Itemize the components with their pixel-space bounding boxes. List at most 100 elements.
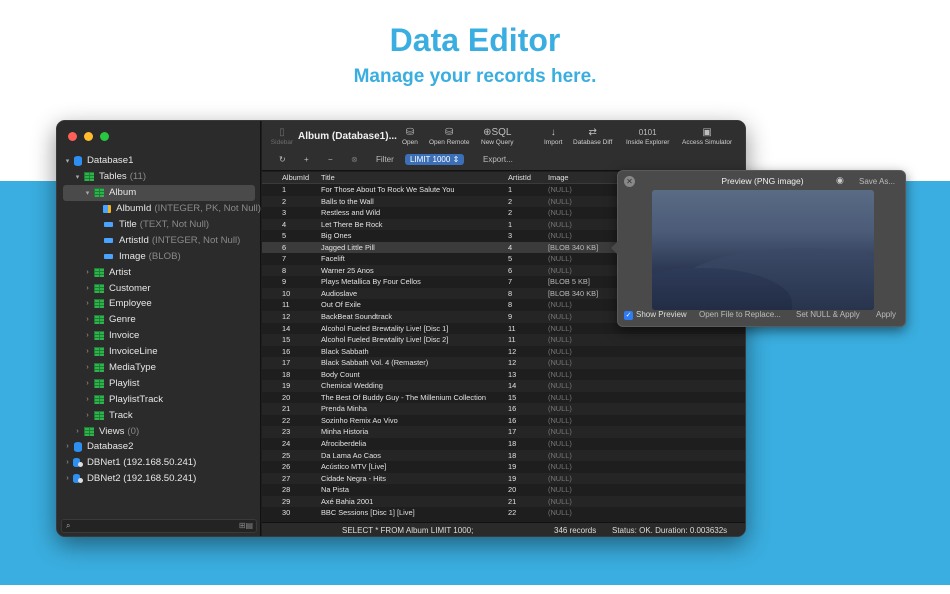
table-cell[interactable]: 8 [282, 266, 286, 275]
table-cell[interactable]: 3 [282, 208, 286, 217]
table-cell[interactable]: (NULL) [548, 416, 572, 425]
table-cell[interactable]: 5 [508, 254, 512, 263]
table-cell[interactable]: 24 [282, 439, 290, 448]
table-cell[interactable]: 12 [282, 312, 290, 321]
table-cell[interactable]: 7 [282, 254, 286, 263]
tree-item[interactable]: › Customer [57, 280, 261, 296]
table-cell[interactable]: (NULL) [548, 254, 572, 263]
eye-icon[interactable]: ◉ [836, 175, 844, 186]
tree-item[interactable]: ▾ Tables (11) [57, 169, 261, 185]
table-cell[interactable]: Let There Be Rock [321, 220, 383, 229]
table-cell[interactable]: 23 [282, 427, 290, 436]
table-cell[interactable]: 22 [282, 416, 290, 425]
table-cell[interactable]: Cidade Negra - Hits [321, 474, 386, 483]
table-cell[interactable]: 30 [282, 508, 290, 517]
apply-button[interactable]: Apply [876, 310, 896, 319]
table-cell[interactable]: 18 [508, 451, 516, 460]
chevron-right-icon[interactable]: › [83, 364, 92, 371]
table-cell[interactable]: 17 [508, 427, 516, 436]
chevron-right-icon[interactable]: › [83, 380, 92, 387]
table-row[interactable]: 22 Sozinho Remix Ao Vivo 16 (NULL) [262, 415, 745, 427]
chevron-right-icon[interactable]: › [63, 475, 72, 482]
table-cell[interactable]: 19 [508, 462, 516, 471]
table-cell[interactable]: 12 [508, 347, 516, 356]
tree-item[interactable]: ArtistId (INTEGER, Not Null) [57, 232, 261, 248]
chevron-down-icon[interactable]: ▾ [73, 173, 82, 181]
table-cell[interactable]: BackBeat Soundtrack [321, 312, 392, 321]
table-cell[interactable]: Afrociberdelia [321, 439, 366, 448]
table-cell[interactable]: 4 [508, 243, 512, 252]
table-cell[interactable]: (NULL) [548, 474, 572, 483]
table-cell[interactable]: 14 [508, 381, 516, 390]
table-cell[interactable]: (NULL) [548, 231, 572, 240]
import-button[interactable]: ↓ Import [544, 127, 562, 146]
table-cell[interactable]: BBC Sessions [Disc 1] [Live] [321, 508, 415, 517]
table-row[interactable]: 21 Prenda Minha 16 (NULL) [262, 403, 745, 415]
tree-item[interactable]: › Invoice [57, 328, 261, 344]
table-cell[interactable]: Jagged Little Pill [321, 243, 375, 252]
table-cell[interactable]: [BLOB 340 KB] [548, 243, 598, 252]
table-cell[interactable]: (NULL) [548, 312, 572, 321]
chevron-right-icon[interactable]: › [83, 285, 92, 292]
table-cell[interactable]: 2 [282, 197, 286, 206]
table-cell[interactable]: Out Of Exile [321, 300, 361, 309]
table-row[interactable]: 28 Na Pista 20 (NULL) [262, 484, 745, 496]
export-button[interactable]: Export... [483, 155, 513, 164]
table-cell[interactable]: 10 [282, 289, 290, 298]
table-row[interactable]: 20 The Best Of Buddy Guy - The Millenium … [262, 392, 745, 404]
table-cell[interactable]: Na Pista [321, 485, 349, 494]
table-cell[interactable]: Audioslave [321, 289, 357, 298]
table-cell[interactable]: (NULL) [548, 208, 572, 217]
table-row[interactable]: 26 Acústico MTV [Live] 19 (NULL) [262, 461, 745, 473]
table-cell[interactable]: 2 [508, 208, 512, 217]
table-cell[interactable]: 26 [282, 462, 290, 471]
chevron-right-icon[interactable]: › [83, 396, 92, 403]
chevron-right-icon[interactable]: › [83, 269, 92, 276]
inside-explorer-button[interactable]: 0101 Inside Explorer [626, 127, 669, 146]
table-cell[interactable]: 21 [508, 497, 516, 506]
table-cell[interactable]: (NULL) [548, 266, 572, 275]
table-cell[interactable]: 29 [282, 497, 290, 506]
chevron-right-icon[interactable]: › [83, 332, 92, 339]
table-cell[interactable]: [BLOB 340 KB] [548, 289, 598, 298]
tree-item[interactable]: › InvoiceLine [57, 344, 261, 360]
sidebar-search-field[interactable]: ⌕ ⊞▤ [61, 519, 257, 533]
table-cell[interactable]: (NULL) [548, 427, 572, 436]
table-cell[interactable]: (NULL) [548, 439, 572, 448]
table-cell[interactable]: 16 [508, 404, 516, 413]
table-cell[interactable]: Balls to the Wall [321, 197, 374, 206]
table-cell[interactable]: (NULL) [548, 358, 572, 367]
table-cell[interactable]: 1 [508, 220, 512, 229]
table-cell[interactable]: (NULL) [548, 220, 572, 229]
table-cell[interactable]: (NULL) [548, 335, 572, 344]
close-window-button[interactable] [68, 132, 77, 141]
table-cell[interactable]: 16 [282, 347, 290, 356]
table-cell[interactable]: [BLOB 5 KB] [548, 277, 590, 286]
table-cell[interactable]: 21 [282, 404, 290, 413]
table-cell[interactable]: 9 [282, 277, 286, 286]
table-row[interactable]: 17 Black Sabbath Vol. 4 (Remaster) 12 (NULL… [262, 357, 745, 369]
table-cell[interactable]: 4 [282, 220, 286, 229]
table-cell[interactable]: (NULL) [548, 393, 572, 402]
chevron-down-icon[interactable]: ▾ [63, 157, 72, 165]
table-row[interactable]: 19 Chemical Wedding 14 (NULL) [262, 380, 745, 392]
table-cell[interactable]: 7 [508, 277, 512, 286]
filter-label[interactable]: Filter [376, 155, 394, 164]
table-cell[interactable]: 18 [508, 439, 516, 448]
save-as-button[interactable]: Save As... [859, 177, 895, 186]
column-header[interactable]: Title [321, 173, 335, 182]
table-cell[interactable]: Plays Metallica By Four Cellos [321, 277, 421, 286]
table-cell[interactable]: 16 [508, 416, 516, 425]
table-cell[interactable]: 1 [282, 185, 286, 194]
table-row[interactable]: 27 Cidade Negra - Hits 19 (NULL) [262, 472, 745, 485]
table-cell[interactable]: (NULL) [548, 497, 572, 506]
table-cell[interactable]: 20 [282, 393, 290, 402]
chevron-right-icon[interactable]: › [83, 348, 92, 355]
table-row[interactable]: 16 Black Sabbath 12 (NULL) [262, 346, 745, 358]
tree-item[interactable]: › Playlist [57, 375, 261, 391]
table-row[interactable]: 23 Minha Historia 17 (NULL) [262, 426, 745, 439]
chevron-right-icon[interactable]: › [83, 300, 92, 307]
table-row[interactable]: 29 Axé Bahia 2001 21 (NULL) [262, 495, 745, 508]
table-cell[interactable]: (NULL) [548, 324, 572, 333]
toggle-sidebar-button[interactable]: ▯ Sidebar [268, 127, 296, 146]
